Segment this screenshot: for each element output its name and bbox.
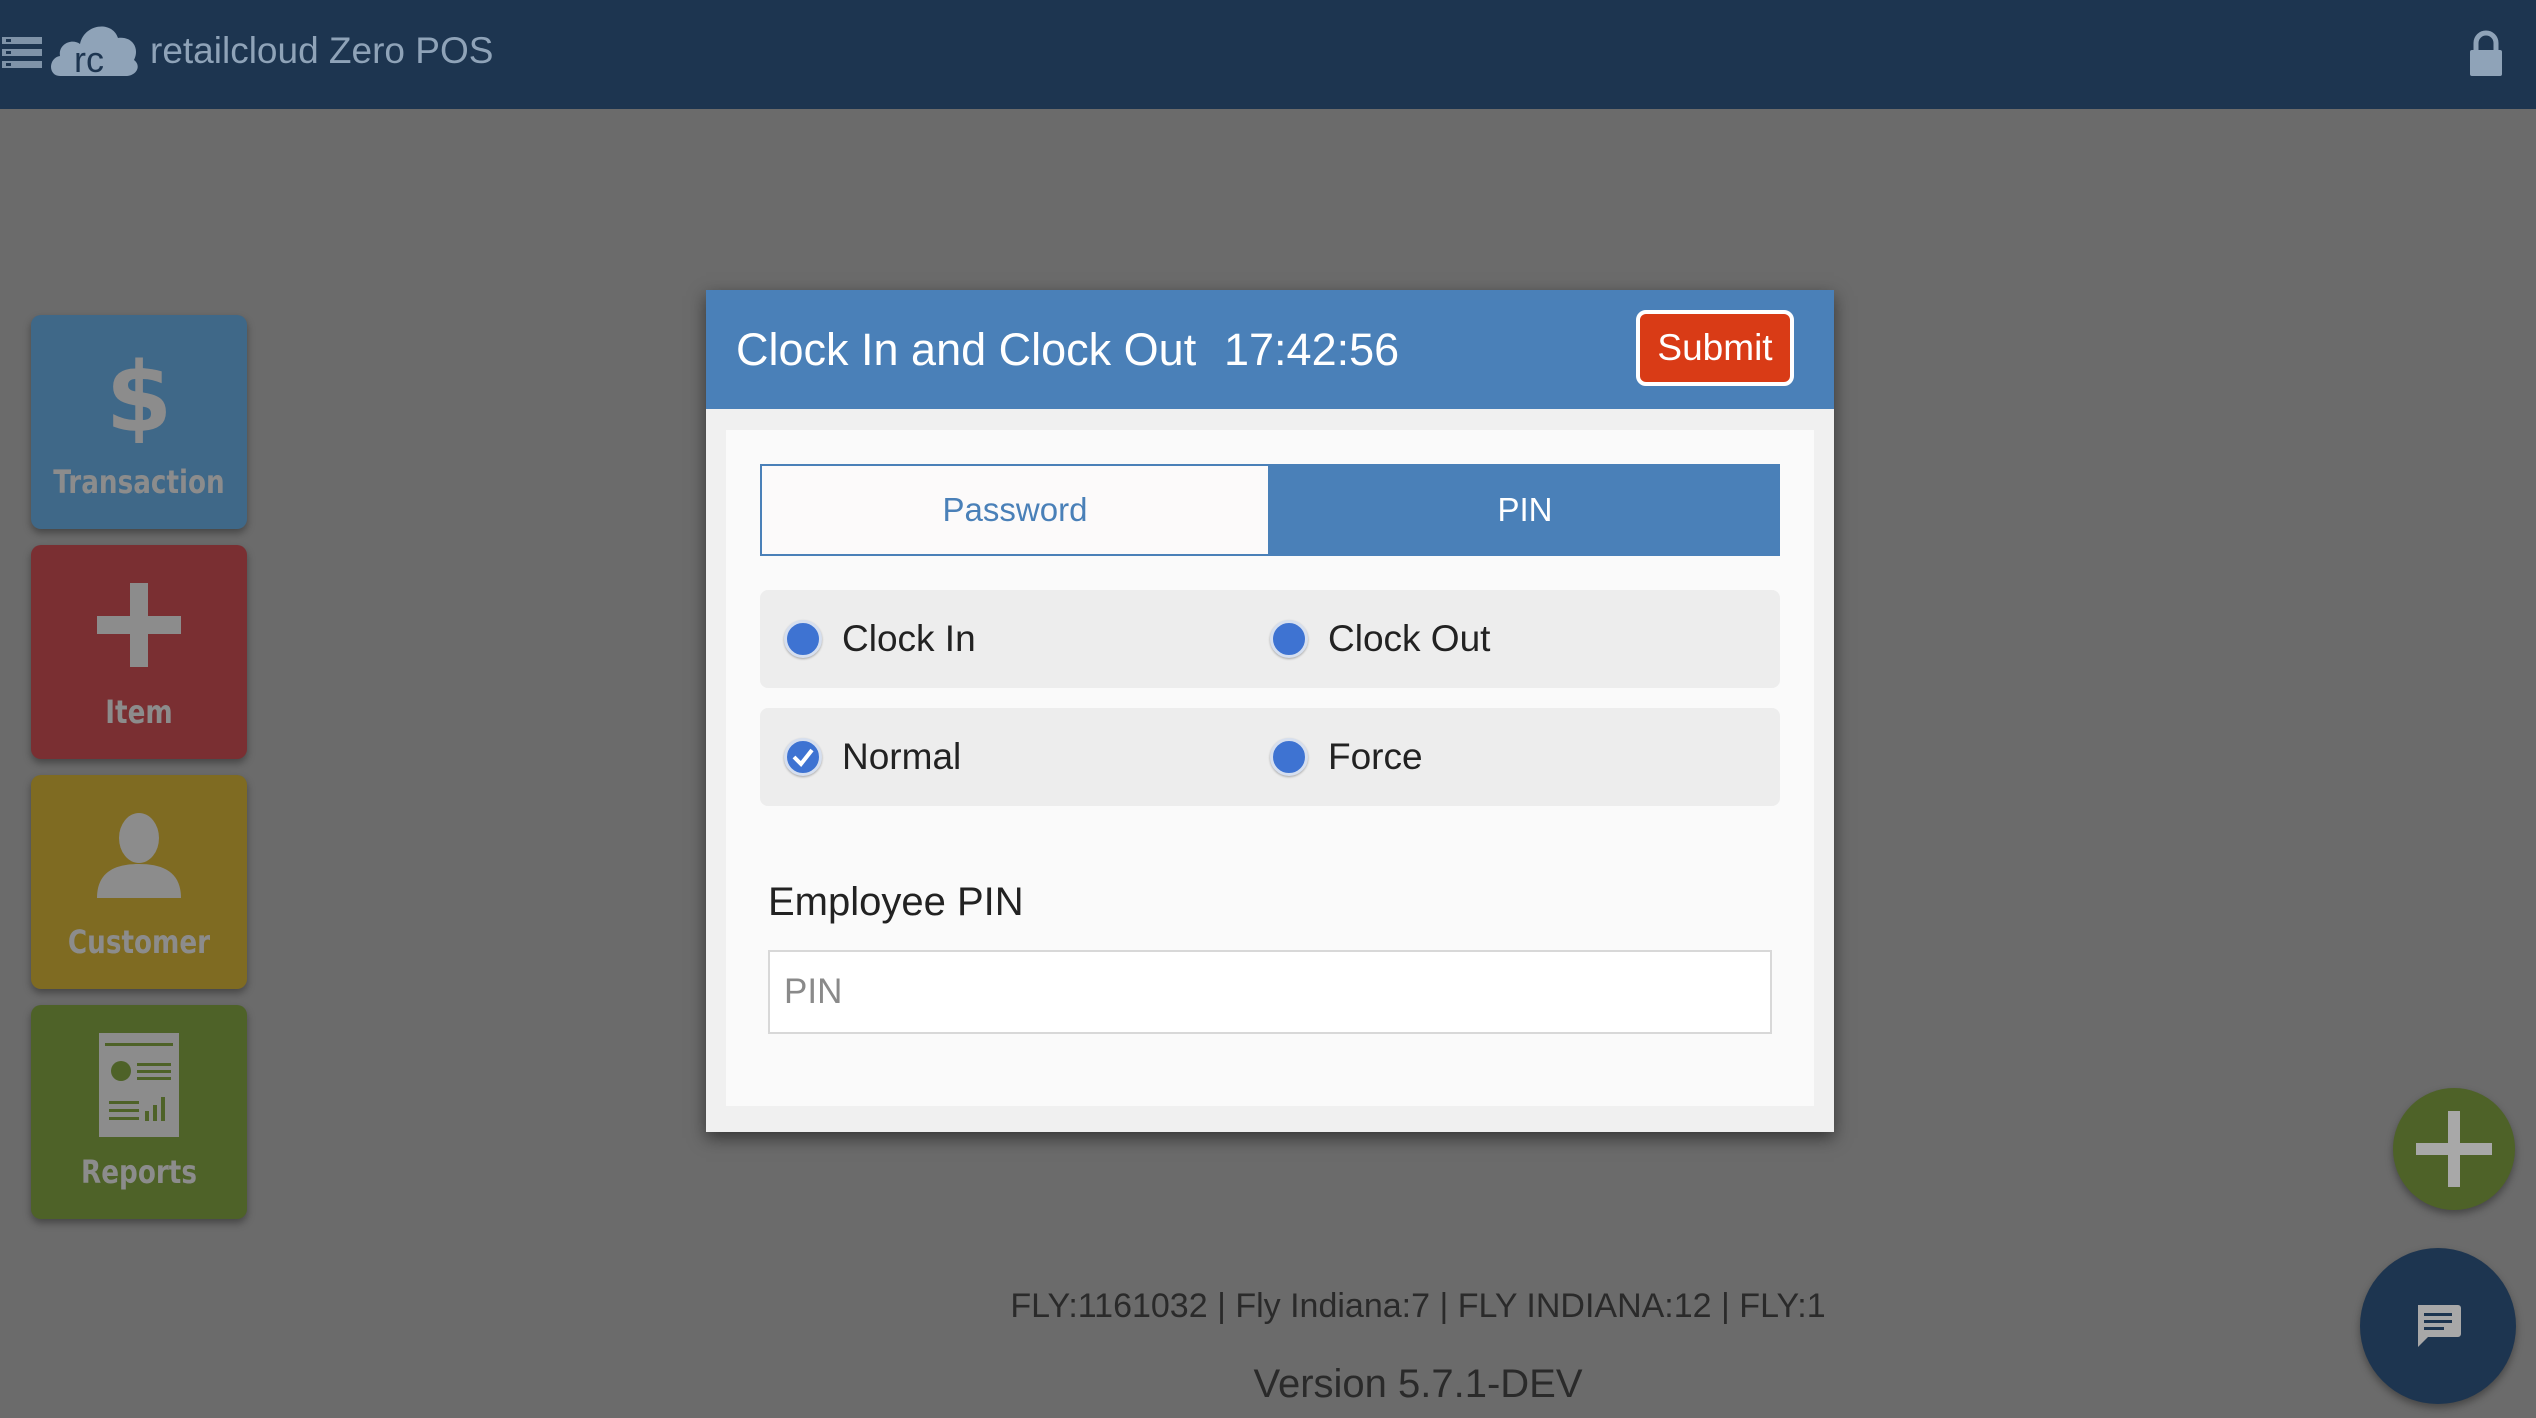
force-radio[interactable] (1270, 738, 1308, 776)
normal-label: Normal (842, 736, 962, 777)
version-label: Version 5.7.1-DEV (1253, 1362, 1583, 1406)
customer-tile[interactable]: Customer (31, 775, 247, 989)
clock-out-radio[interactable] (1270, 620, 1308, 658)
chat-icon (2418, 1305, 2461, 1347)
submit-button[interactable]: Submit (1636, 310, 1794, 386)
auth-tabs: Password PIN (760, 464, 1780, 556)
store-info: FLY:1161032 | Fly Indiana:7 | FLY INDIAN… (1010, 1287, 1826, 1325)
dialog-header: Clock In and Clock Out 17:42:56 Submit (706, 290, 1834, 409)
employee-pin-input[interactable] (768, 950, 1772, 1034)
clock-in-out-dialog: Clock In and Clock Out 17:42:56 Submit P… (706, 290, 1834, 1132)
clock-in-label: Clock In (842, 618, 976, 659)
lock-icon[interactable] (2466, 30, 2506, 78)
dialog-title: Clock In and Clock Out (736, 324, 1197, 375)
chat-fab-button[interactable] (2360, 1248, 2516, 1404)
item-label: Item (105, 693, 173, 731)
customer-label: Customer (67, 923, 211, 961)
svg-text:$: $ (106, 347, 173, 443)
checkmark-icon (792, 748, 814, 768)
dollar-icon: $ (31, 335, 247, 455)
dialog-body: Password PIN Clock In Clock Out Normal F… (726, 430, 1814, 1106)
clock-action-group: Clock In Clock Out (760, 590, 1780, 688)
tab-pin[interactable]: PIN (1270, 464, 1780, 556)
normal-radio[interactable] (784, 738, 822, 776)
logo-text: rc (74, 39, 104, 80)
add-fab-button[interactable] (2393, 1088, 2515, 1210)
normal-option[interactable]: Normal (784, 708, 961, 806)
reports-label: Reports (81, 1153, 197, 1191)
dialog-clock-time: 17:42:56 (1224, 324, 1400, 375)
force-label: Force (1328, 736, 1423, 777)
force-option[interactable]: Force (1270, 708, 1423, 806)
employee-pin-label: Employee PIN (768, 880, 1024, 924)
transaction-tile[interactable]: $ Transaction (31, 315, 247, 529)
person-icon (31, 795, 247, 915)
clock-out-option[interactable]: Clock Out (1270, 590, 1490, 688)
transaction-label: Transaction (53, 463, 225, 501)
item-tile[interactable]: Item (31, 545, 247, 759)
menu-icon[interactable] (2, 33, 42, 73)
clock-out-label: Clock Out (1328, 618, 1491, 659)
clock-mode-group: Normal Force (760, 708, 1780, 806)
reports-tile[interactable]: Reports (31, 1005, 247, 1219)
clock-in-option[interactable]: Clock In (784, 590, 976, 688)
clock-in-radio[interactable] (784, 620, 822, 658)
plus-icon (31, 565, 247, 685)
tab-password[interactable]: Password (760, 464, 1270, 556)
report-icon (31, 1025, 247, 1145)
app-title: retailcloud Zero POS (150, 30, 494, 71)
retailcloud-logo-icon: rc (51, 26, 138, 80)
top-bar: rc retailcloud Zero POS (0, 0, 2536, 109)
plus-icon (2416, 1111, 2492, 1187)
